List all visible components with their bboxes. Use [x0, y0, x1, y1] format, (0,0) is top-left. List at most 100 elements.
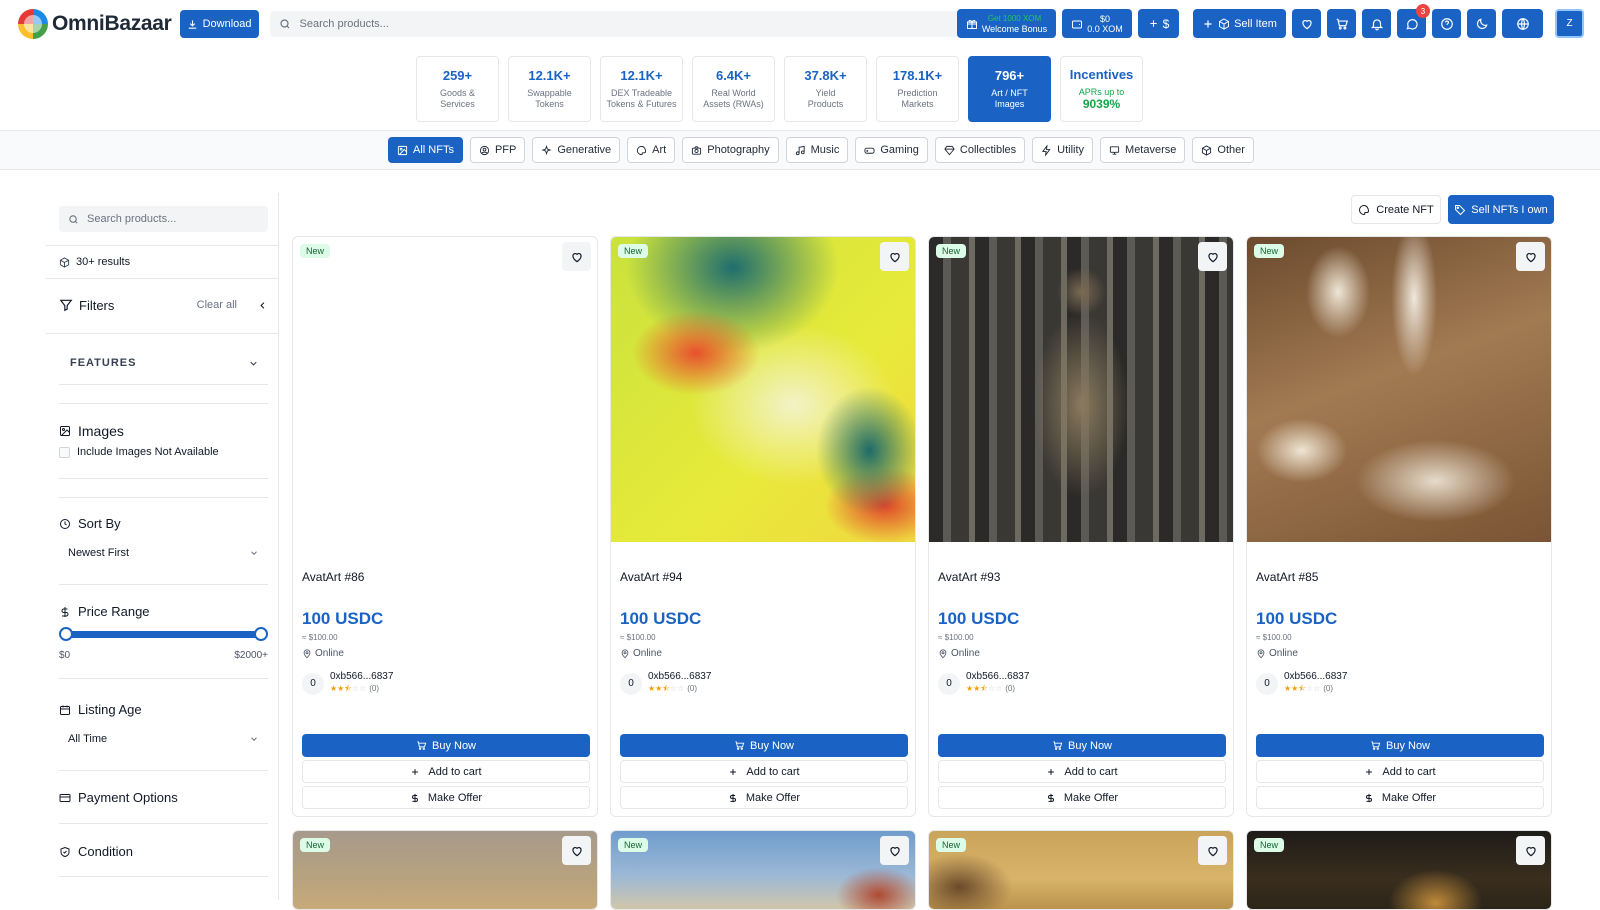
favorites-button[interactable]: [1292, 9, 1321, 38]
buy-now-button[interactable]: Buy Now: [1256, 734, 1544, 757]
product-name[interactable]: AvatArt #86: [302, 570, 364, 584]
add-to-cart-button[interactable]: Add to cart: [302, 760, 590, 783]
user-avatar[interactable]: Z: [1555, 9, 1584, 38]
tab-generative[interactable]: Generative: [532, 137, 621, 163]
nft-image[interactable]: [293, 831, 597, 909]
favorite-button[interactable]: [880, 242, 909, 271]
nft-image[interactable]: [1247, 237, 1551, 542]
nft-image[interactable]: [1247, 831, 1551, 909]
logo[interactable]: OmniBazaar: [18, 9, 172, 39]
favorite-button[interactable]: [1516, 242, 1545, 271]
favorite-button[interactable]: [562, 836, 591, 865]
seller-info[interactable]: 0 0xb566...6837 ★★⯪☆☆ (0): [302, 670, 393, 697]
buy-now-button[interactable]: Buy Now: [302, 734, 590, 757]
product-card[interactable]: New: [610, 830, 916, 910]
nft-image[interactable]: [929, 831, 1233, 909]
make-offer-button[interactable]: Make Offer: [938, 786, 1226, 809]
buy-now-button[interactable]: Buy Now: [620, 734, 908, 757]
favorite-button[interactable]: [562, 242, 591, 271]
product-card[interactable]: New: [292, 830, 598, 910]
language-button[interactable]: [1502, 9, 1543, 38]
tab-all-nfts[interactable]: All NFTs: [388, 137, 463, 163]
tab-other[interactable]: Other: [1192, 137, 1254, 163]
stat-swappable-tokens[interactable]: 12.1K+ Swappable Tokens: [508, 56, 591, 122]
stat-incentives[interactable]: Incentives APRs up to 9039%: [1060, 56, 1143, 122]
wallet-button[interactable]: $0 0.0 XOM: [1062, 9, 1132, 38]
sidebar-search-input[interactable]: [87, 213, 267, 225]
stat-yield[interactable]: 37.8K+ Yield Products: [784, 56, 867, 122]
product-card[interactable]: New AvatArt #94 100 USDC ≈ $100.00 Onlin…: [610, 236, 916, 817]
product-card[interactable]: New AvatArt #86 100 USDC ≈ $100.00 Onlin…: [292, 236, 598, 817]
favorite-button[interactable]: [880, 836, 909, 865]
listing-age-select[interactable]: All Time: [59, 725, 268, 753]
product-name[interactable]: AvatArt #93: [938, 570, 1000, 584]
nft-image[interactable]: [929, 237, 1233, 542]
stat-rwa[interactable]: 6.4K+ Real World Assets (RWAs): [692, 56, 775, 122]
product-card[interactable]: New: [928, 830, 1234, 910]
nft-image[interactable]: [611, 831, 915, 909]
category-bar: All NFTs PFP Generative Art Photography …: [0, 130, 1600, 170]
add-to-cart-button[interactable]: Add to cart: [620, 760, 908, 783]
features-accordion[interactable]: FEATURES: [59, 348, 268, 378]
stat-goods[interactable]: 259+ Goods & Services: [416, 56, 499, 122]
product-card[interactable]: New: [1246, 830, 1552, 910]
notifications-button[interactable]: [1362, 9, 1391, 38]
globe-icon: [1516, 17, 1529, 30]
nft-image[interactable]: [293, 237, 597, 542]
product-card[interactable]: New AvatArt #93 100 USDC ≈ $100.00 Onlin…: [928, 236, 1234, 817]
add-to-cart-button[interactable]: Add to cart: [938, 760, 1226, 783]
favorite-button[interactable]: [1198, 242, 1227, 271]
make-offer-button[interactable]: Make Offer: [620, 786, 908, 809]
include-images-checkbox[interactable]: Include Images Not Available: [59, 446, 219, 458]
product-name[interactable]: AvatArt #85: [1256, 570, 1318, 584]
stat-dex-tokens[interactable]: 12.1K+ DEX Tradeable Tokens & Futures: [600, 56, 683, 122]
create-nft-button[interactable]: Create NFT: [1351, 195, 1441, 224]
tab-gaming[interactable]: Gaming: [855, 137, 928, 163]
messages-button[interactable]: 3: [1397, 4, 1430, 38]
tab-music[interactable]: Music: [785, 137, 849, 163]
seller-info[interactable]: 0 0xb566...6837 ★★⯪☆☆ (0): [1256, 670, 1347, 697]
tab-photography[interactable]: Photography: [682, 137, 779, 163]
payment-options-title[interactable]: Payment Options: [59, 790, 178, 805]
search-bar[interactable]: [269, 11, 962, 37]
range-max-handle[interactable]: [254, 627, 268, 641]
stat-nft[interactable]: 796+ Art / NFT Images: [968, 56, 1051, 122]
tab-pfp[interactable]: PFP: [469, 137, 526, 163]
make-offer-button[interactable]: Make Offer: [1256, 786, 1544, 809]
price-range-slider[interactable]: [59, 627, 268, 641]
product-name[interactable]: AvatArt #94: [620, 570, 682, 584]
condition-title[interactable]: Condition: [59, 844, 133, 859]
chevron-left-icon[interactable]: [257, 300, 268, 311]
range-min-handle[interactable]: [59, 627, 73, 641]
stat-prediction[interactable]: 178.1K+ Prediction Markets: [876, 56, 959, 122]
theme-toggle-button[interactable]: [1467, 9, 1496, 38]
clear-all-link[interactable]: Clear all: [197, 299, 237, 311]
checkbox-box[interactable]: [59, 446, 70, 458]
sort-select[interactable]: Newest First: [59, 539, 268, 567]
product-card[interactable]: New AvatArt #85 100 USDC ≈ $100.00 Onlin…: [1246, 236, 1552, 817]
sell-item-button[interactable]: Sell Item: [1193, 9, 1286, 38]
search-input[interactable]: [299, 18, 915, 30]
seller-info[interactable]: 0 0xb566...6837 ★★⯪☆☆ (0): [938, 670, 1029, 697]
make-offer-button[interactable]: Make Offer: [302, 786, 590, 809]
add-funds-button[interactable]: $: [1138, 9, 1179, 38]
seller-rating: ★★⯪☆☆ (0): [648, 684, 698, 693]
tab-collectibles[interactable]: Collectibles: [934, 137, 1026, 163]
seller-info[interactable]: 0 0xb566...6837 ★★⯪☆☆ (0): [620, 670, 711, 697]
tab-metaverse[interactable]: Metaverse: [1100, 137, 1186, 163]
tab-utility[interactable]: Utility: [1032, 137, 1094, 163]
favorite-button[interactable]: [1516, 836, 1545, 865]
welcome-bonus-button[interactable]: Get 1000 XOM Welcome Bonus: [957, 9, 1056, 38]
sell-nfts-button[interactable]: Sell NFTs I own: [1448, 195, 1554, 224]
download-button[interactable]: Download: [179, 10, 259, 38]
sidebar-search[interactable]: [59, 206, 268, 232]
buy-now-button[interactable]: Buy Now: [938, 734, 1226, 757]
cart-button[interactable]: [1327, 9, 1356, 38]
tab-art[interactable]: Art: [627, 137, 676, 163]
favorite-button[interactable]: [1198, 836, 1227, 865]
heart-icon: [1301, 19, 1312, 29]
add-to-cart-button[interactable]: Add to cart: [1256, 760, 1544, 783]
divider: [59, 497, 268, 498]
nft-image[interactable]: [611, 237, 915, 542]
help-button[interactable]: [1432, 9, 1461, 38]
